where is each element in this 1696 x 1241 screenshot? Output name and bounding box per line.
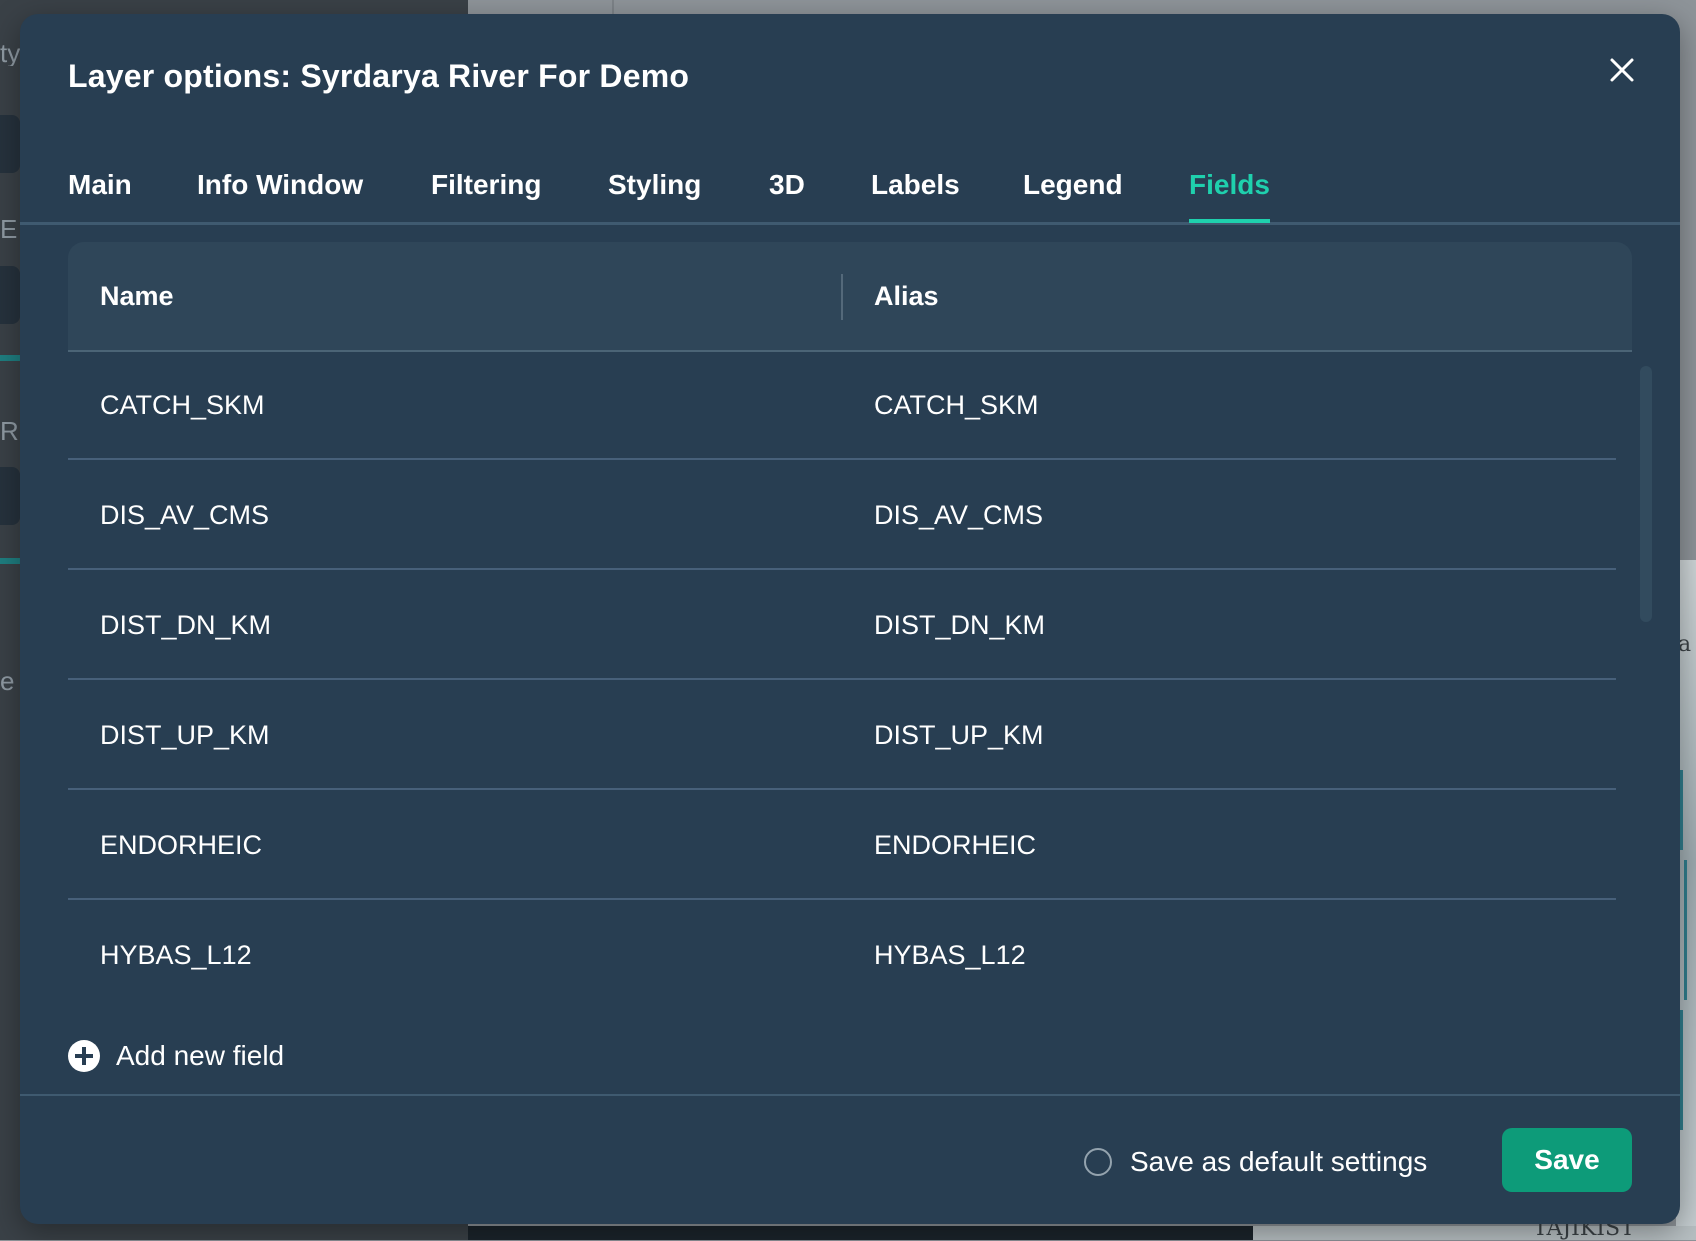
add-new-field-label: Add new field bbox=[116, 1040, 285, 1071]
map-river bbox=[1680, 1010, 1683, 1130]
field-name-cell: ENDORHEIC bbox=[100, 830, 263, 860]
background-text: E N bbox=[0, 216, 20, 242]
tab-legend[interactable]: Legend bbox=[1023, 142, 1123, 222]
tab-bar: Main Info Window Filtering Styling 3D La… bbox=[20, 142, 1680, 225]
field-alias-cell[interactable]: ENDORHEIC bbox=[874, 792, 1036, 898]
background-divider bbox=[612, 0, 614, 14]
background-panel bbox=[0, 115, 20, 173]
tab-styling[interactable]: Styling bbox=[608, 142, 701, 222]
background-field bbox=[0, 266, 20, 324]
save-button[interactable]: Save bbox=[1502, 1128, 1632, 1192]
field-alias-cell[interactable]: HYBAS_L12 bbox=[874, 902, 1026, 1008]
background-field bbox=[0, 467, 20, 525]
dialog-footer: Save as default settings Save bbox=[20, 1094, 1680, 1224]
field-alias-cell[interactable]: DIST_DN_KM bbox=[874, 572, 1045, 678]
layer-options-dialog: Layer options: Syrdarya River For Demo M… bbox=[20, 14, 1680, 1224]
map-river bbox=[1684, 860, 1687, 1000]
column-header-alias: Alias bbox=[874, 281, 939, 311]
table-row[interactable]: HYBAS_L12 HYBAS_L12 bbox=[68, 902, 1616, 1010]
close-button[interactable] bbox=[1604, 52, 1640, 88]
table-body[interactable]: CATCH_SKM CATCH_SKM DIS_AV_CMS DIS_AV_CM… bbox=[68, 352, 1616, 1012]
dialog-title: Layer options: Syrdarya River For Demo bbox=[68, 58, 690, 94]
column-divider[interactable] bbox=[841, 274, 843, 320]
plus-circle-icon bbox=[68, 1040, 100, 1072]
tab-3d[interactable]: 3D bbox=[769, 142, 805, 222]
background-text: R I bbox=[0, 418, 20, 444]
tab-fields[interactable]: Fields bbox=[1189, 142, 1270, 223]
table-row[interactable]: DIS_AV_CMS DIS_AV_CMS bbox=[68, 462, 1616, 570]
map-river bbox=[1680, 770, 1683, 850]
field-name-cell: DIST_DN_KM bbox=[100, 610, 272, 640]
field-alias-cell[interactable]: DIS_AV_CMS bbox=[874, 462, 1043, 568]
column-header-name: Name bbox=[100, 281, 174, 311]
field-name-cell: DIS_AV_CMS bbox=[100, 500, 270, 530]
tab-labels[interactable]: Labels bbox=[871, 142, 960, 222]
background-divider bbox=[0, 355, 20, 361]
add-new-field-button[interactable]: Add new field bbox=[68, 1036, 284, 1076]
table-header: Name Alias bbox=[68, 242, 1632, 352]
background-bar bbox=[468, 1226, 1253, 1240]
tab-filtering[interactable]: Filtering bbox=[431, 142, 541, 222]
field-name-cell: CATCH_SKM bbox=[100, 390, 265, 420]
background-text: e bbox=[0, 668, 15, 694]
save-as-default-checkbox[interactable]: Save as default settings bbox=[1084, 1142, 1427, 1182]
field-alias-cell[interactable]: CATCH_SKM bbox=[874, 352, 1039, 458]
background-divider bbox=[0, 558, 20, 564]
table-row[interactable]: CATCH_SKM CATCH_SKM bbox=[68, 352, 1616, 460]
background-text: ty bbox=[0, 40, 20, 66]
table-row[interactable]: DIST_DN_KM DIST_DN_KM bbox=[68, 572, 1616, 680]
field-name-cell: DIST_UP_KM bbox=[100, 720, 270, 750]
fields-table: Name Alias CATCH_SKM CATCH_SKM DIS_AV_CM… bbox=[68, 242, 1632, 1012]
background-map-strip: TAJIKIST bbox=[1253, 1216, 1696, 1241]
tab-info-window[interactable]: Info Window bbox=[197, 142, 363, 222]
checkbox-circle[interactable] bbox=[1084, 1148, 1112, 1176]
table-scrollbar[interactable] bbox=[1640, 366, 1652, 622]
field-name-cell: HYBAS_L12 bbox=[100, 940, 252, 970]
tab-main[interactable]: Main bbox=[68, 142, 132, 222]
table-row[interactable]: DIST_UP_KM DIST_UP_KM bbox=[68, 682, 1616, 790]
field-alias-cell[interactable]: DIST_UP_KM bbox=[874, 682, 1044, 788]
save-as-default-label: Save as default settings bbox=[1130, 1146, 1428, 1177]
close-icon bbox=[1610, 58, 1634, 82]
table-row[interactable]: ENDORHEIC ENDORHEIC bbox=[68, 792, 1616, 900]
